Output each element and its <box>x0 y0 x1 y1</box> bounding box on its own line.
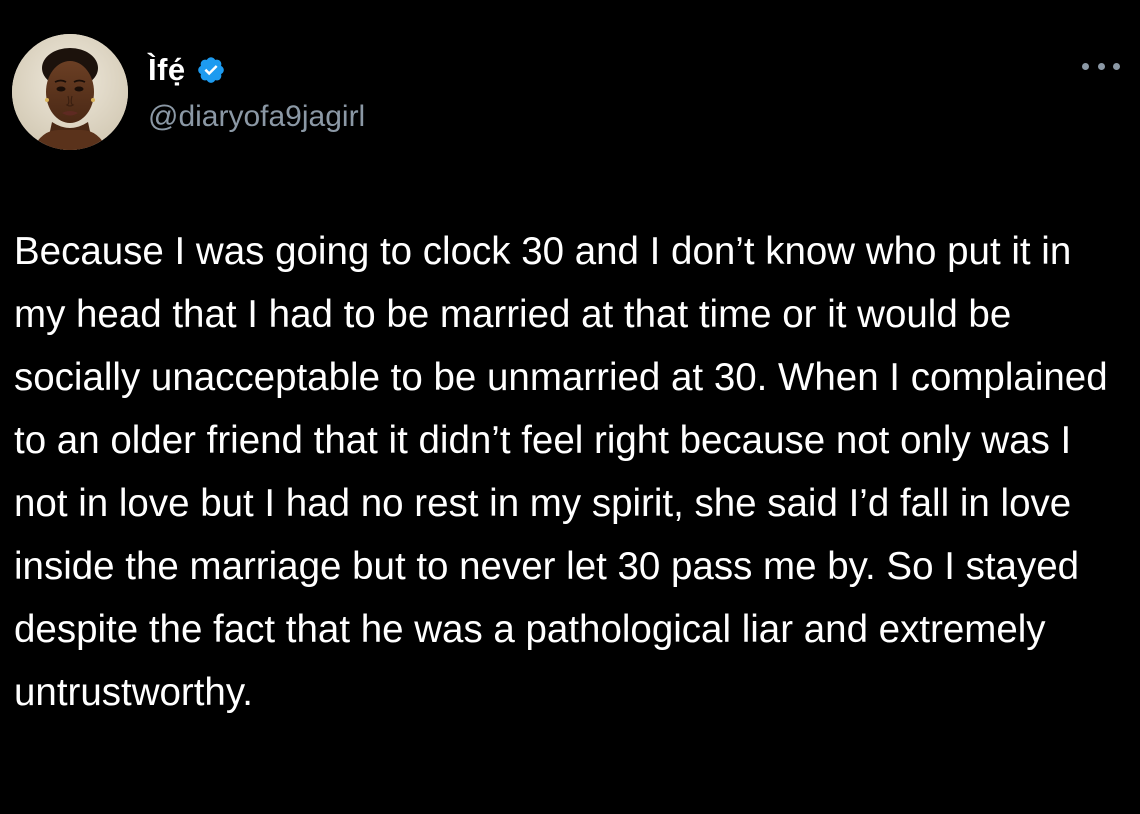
author-name-row: Ìfẹ́ <box>148 50 226 90</box>
verified-badge-icon[interactable] <box>196 55 226 85</box>
author-handle[interactable]: @diaryofa9jagirl <box>148 100 365 134</box>
profile-photo-icon <box>12 34 128 150</box>
tweet-text: Because I was going to clock 30 and I do… <box>14 230 1108 714</box>
dot <box>1113 62 1120 70</box>
more-options-icon[interactable] <box>1082 56 1120 76</box>
avatar[interactable] <box>12 34 128 150</box>
dot <box>1082 62 1089 70</box>
dot <box>1097 62 1105 70</box>
display-name[interactable]: Ìfẹ́ <box>148 52 186 88</box>
tweet-card: Ìfẹ́ @diaryofa9jagirl Because I was goin… <box>0 0 1140 814</box>
